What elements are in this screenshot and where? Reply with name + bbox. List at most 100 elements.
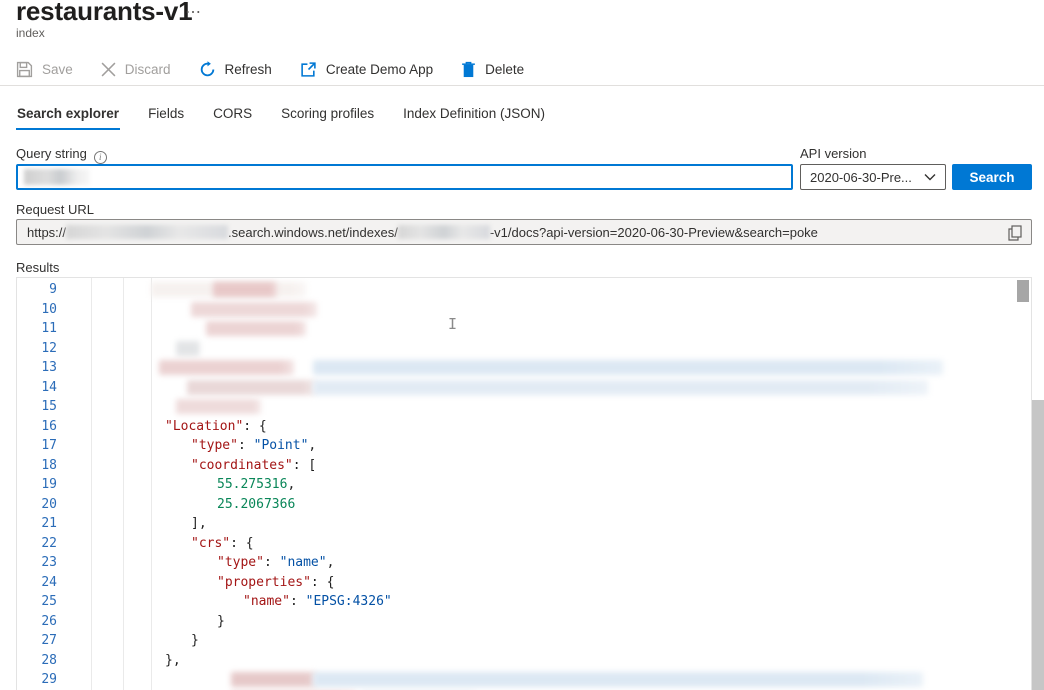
redacted-block <box>313 380 928 395</box>
redacted-url-segment <box>398 225 490 239</box>
page-scrollbar[interactable] <box>1032 0 1044 690</box>
redacted-code-text <box>17 339 1031 359</box>
results-editor[interactable]: 910111213141516"Location": {17"type": "P… <box>16 277 1032 690</box>
code-line: 11 <box>17 319 1031 339</box>
chevron-down-icon <box>924 173 936 181</box>
tab-search-explorer[interactable]: Search explorer <box>16 102 120 130</box>
redacted-block <box>159 360 294 375</box>
code-line: 24"properties": { <box>17 573 1031 593</box>
code-line: 16"Location": { <box>17 417 1031 437</box>
code-text: 55.275316, <box>17 475 1031 495</box>
url-text-segment: -v1/docs?api-version=2020-06-30-Preview&… <box>490 225 818 240</box>
code-line: 29 <box>17 670 1031 690</box>
search-button[interactable]: Search <box>952 164 1032 190</box>
code-line: 2025.2067366 <box>17 495 1031 515</box>
command-bar: Save Discard Refresh Create Demo App Delete <box>16 55 524 83</box>
create-demo-app-button[interactable]: Create Demo App <box>300 61 433 78</box>
toolbar-item-label: Discard <box>125 62 171 77</box>
code-text: }, <box>17 651 1031 671</box>
refresh-button[interactable]: Refresh <box>199 61 272 78</box>
code-line: 1955.275316, <box>17 475 1031 495</box>
discard-icon <box>101 62 116 77</box>
code-text: "properties": { <box>17 573 1031 593</box>
code-text: ], <box>17 514 1031 534</box>
code-text: "name": "EPSG:4326" <box>17 592 1031 612</box>
redacted-url-segment <box>66 225 228 239</box>
query-redacted-value <box>24 169 90 185</box>
url-text-segment: .search.windows.net/indexes/ <box>228 225 398 240</box>
refresh-icon <box>199 61 216 78</box>
code-line: 15 <box>17 397 1031 417</box>
tab-bar: Search explorer Fields CORS Scoring profile… <box>16 102 546 130</box>
code-text: "type": "name", <box>17 553 1031 573</box>
results-label: Results <box>16 260 59 275</box>
code-line: 22"crs": { <box>17 534 1031 554</box>
save-button[interactable]: Save <box>16 61 73 78</box>
tab-scoring-profiles[interactable]: Scoring profiles <box>280 102 375 130</box>
redacted-block <box>206 321 306 336</box>
redacted-code-text <box>17 319 1031 339</box>
code-line: 27} <box>17 631 1031 651</box>
copy-icon[interactable] <box>1008 225 1022 244</box>
code-line: 18"coordinates": [ <box>17 456 1031 476</box>
code-text: 25.2067366 <box>17 495 1031 515</box>
redacted-block <box>176 341 200 356</box>
tab-index-definition-json[interactable]: Index Definition (JSON) <box>402 102 546 130</box>
code-line: 10 <box>17 300 1031 320</box>
trash-icon <box>461 61 476 78</box>
redacted-block <box>313 672 923 687</box>
url-text-segment: https:// <box>27 225 66 240</box>
api-version-label: API version <box>800 146 866 161</box>
toolbar-item-label: Create Demo App <box>326 62 433 77</box>
page-scrollbar-thumb[interactable] <box>1032 400 1044 690</box>
page-title: restaurants-v1 <box>16 0 192 27</box>
page-subtitle: index <box>16 26 45 40</box>
code-line: 9 <box>17 280 1031 300</box>
editor-scrollbar-thumb[interactable] <box>1017 280 1029 302</box>
code-text: } <box>17 631 1031 651</box>
code-lines: 910111213141516"Location": {17"type": "P… <box>17 280 1031 690</box>
code-text: "crs": { <box>17 534 1031 554</box>
request-url-label: Request URL <box>16 202 94 217</box>
tab-cors[interactable]: CORS <box>212 102 253 130</box>
search-explorer-page: restaurants-v1 ⋯ index Save Discard Refres… <box>0 0 1044 690</box>
query-string-input[interactable] <box>16 164 793 190</box>
redacted-code-text <box>17 280 1031 300</box>
redacted-code-text <box>17 378 1031 398</box>
code-text: "coordinates": [ <box>17 456 1031 476</box>
redacted-code-text <box>17 397 1031 417</box>
info-icon[interactable]: i <box>94 151 107 164</box>
code-line: 28}, <box>17 651 1031 671</box>
api-version-select[interactable]: 2020-06-30-Pre... <box>800 164 946 190</box>
tab-fields[interactable]: Fields <box>147 102 185 130</box>
redacted-code-text <box>17 300 1031 320</box>
code-line: 25"name": "EPSG:4326" <box>17 592 1031 612</box>
save-icon <box>16 61 33 78</box>
code-line: 14 <box>17 378 1031 398</box>
redacted-block <box>231 672 316 687</box>
code-text: "Location": { <box>17 417 1031 437</box>
code-line: 26} <box>17 612 1031 632</box>
redacted-block <box>191 302 317 317</box>
redacted-block <box>313 360 943 375</box>
toolbar-divider <box>0 85 1044 86</box>
open-in-new-icon <box>300 61 317 78</box>
code-line: 17"type": "Point", <box>17 436 1031 456</box>
request-url-field[interactable]: https:// .search.windows.net/indexes/ -v1/… <box>16 219 1032 245</box>
discard-button[interactable]: Discard <box>101 62 171 77</box>
more-menu-icon[interactable]: ⋯ <box>185 2 203 22</box>
code-line: 21], <box>17 514 1031 534</box>
redacted-block <box>213 282 277 297</box>
redacted-block <box>176 399 261 414</box>
code-line: 13 <box>17 358 1031 378</box>
delete-button[interactable]: Delete <box>461 61 524 78</box>
request-url-text: https:// .search.windows.net/indexes/ -v1/… <box>27 225 818 240</box>
toolbar-item-label: Refresh <box>225 62 272 77</box>
code-text: } <box>17 612 1031 632</box>
toolbar-item-label: Save <box>42 62 73 77</box>
toolbar-item-label: Delete <box>485 62 524 77</box>
redacted-block <box>187 380 315 395</box>
code-line: 12 <box>17 339 1031 359</box>
redacted-code-text <box>17 670 1031 690</box>
query-string-label: Query stringi <box>16 146 107 164</box>
